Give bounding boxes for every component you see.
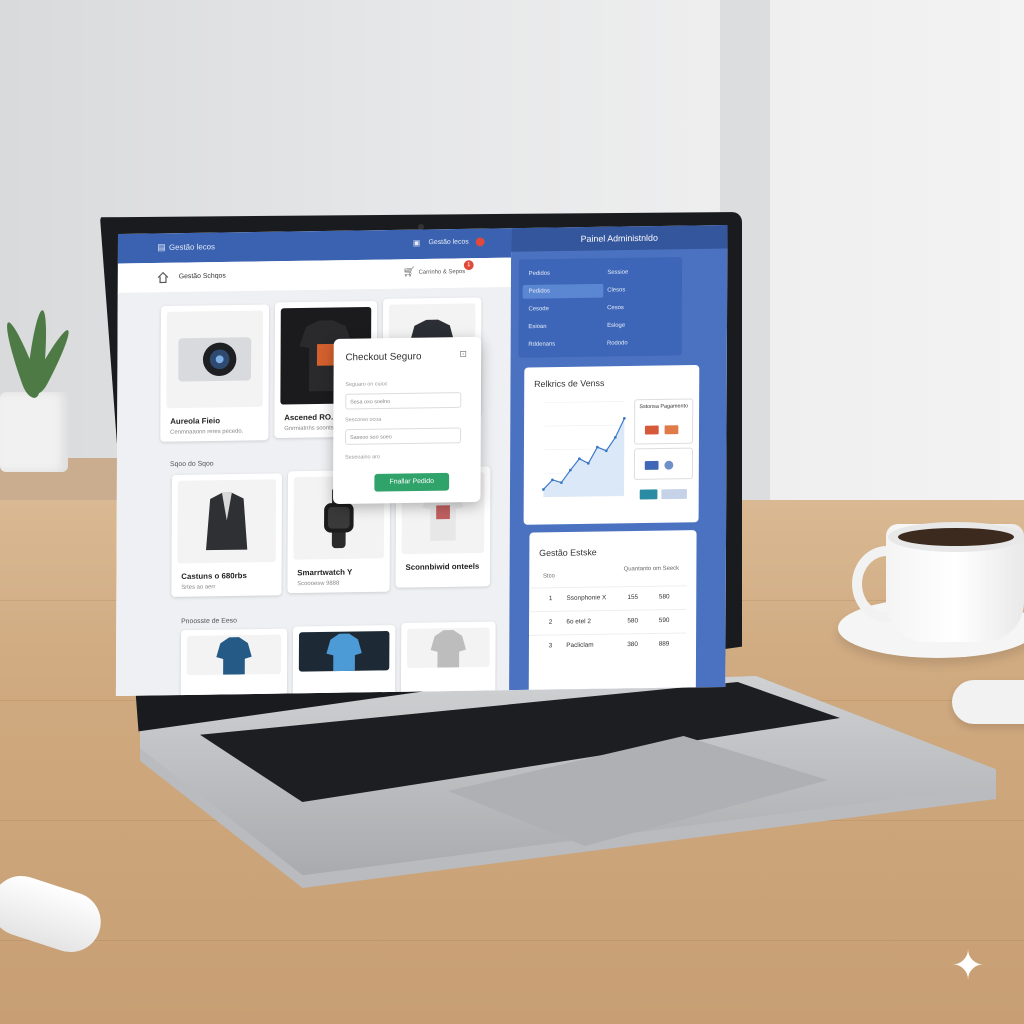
notification-dot[interactable] [475,237,485,247]
card-icon [661,488,687,500]
table-row[interactable]: 3 Pacliclam 380 889 [528,632,687,658]
store-top-right: Gestão lecos [428,238,469,247]
store-icon: ▤ [157,242,166,253]
payment-box: Sstonsa Pagamento [634,398,694,445]
checkout-modal: Checkout Seguro ⊡ Seguaro on cuioc Sesa … [333,336,482,505]
row-product: Ssonphonie X [566,594,607,602]
row-number: 1 [548,595,553,603]
menu-item[interactable]: Pedidos [523,266,604,281]
admin-menu: Pedidos Sessioe Pedidos Clesos Cesode Ce… [518,257,683,358]
laptop-screen: ▤ Gestão lecos ▣ Gestão lecos Gestão Sch… [115,224,728,697]
menu-item-right[interactable]: Sessioe [607,270,628,276]
section-title: Pnoosste de Eeso [181,617,237,626]
product-name: Smarrtwatch Y [297,567,353,578]
product-name: Sconnbiwid onteels [405,561,480,572]
store-nav-title[interactable]: Gestão Schqos [179,273,226,281]
menu-item-label: Pedidos [528,270,551,278]
table-row[interactable]: 1 Ssonphonie X 155 580 [529,585,687,611]
product-price: Scoooesw 9888 [297,580,340,588]
product-image [166,310,264,409]
row-qty: 380 [627,641,638,649]
menu-item-right[interactable]: Cesos [607,305,624,311]
field-label: Seguaro on cuioc [345,381,388,388]
menu-item[interactable]: Cesode [529,306,549,312]
row-stock: 580 [658,593,670,601]
row-product: 6o etel 2 [566,618,591,626]
chart-point [622,417,626,420]
checkout-field-2[interactable]: Saseoo soo soeo [345,427,462,445]
sparkle-icon: ✦ [951,944,985,988]
cart-badge: 1 [463,260,474,271]
product-price: Gnrmiatnhs soonts [284,425,334,433]
mouse [952,680,1024,724]
field-label: Seseoaino aro [345,454,380,461]
row-number: 2 [548,618,553,626]
product-image [177,479,277,564]
product-name: Aureola Fieio [170,416,221,426]
stock-panel: Gestão Estske Stco Quantanto om Seeck 1 … [528,530,697,697]
home-icon[interactable] [157,271,169,284]
menu-item-label: Pedidos [528,288,550,295]
product-name: Castuns o 680rbs [181,571,247,582]
cart-label[interactable]: Carrinho & Sepos [419,269,466,276]
row-qty: 580 [627,617,639,625]
card-icon [644,460,659,470]
admin-panel: Painel Administnldo Pedidos Sessioe Pedi… [509,224,728,697]
checkout-field-1[interactable]: Sesa oxo soelno [345,392,462,410]
product-image [298,631,390,672]
product-image [406,627,490,669]
product-card[interactable] [180,628,288,697]
product-image [186,634,282,676]
checkout-title: Checkout Seguro [345,351,422,364]
admin-title: Painel Administnldo [511,224,728,252]
row-stock: 590 [658,617,670,625]
menu-item-active[interactable]: Pedidos [522,283,604,299]
row-product: Pacliclam [566,641,594,650]
place-order-button[interactable]: Fnallar Pedido [374,472,450,492]
plant-pot [0,392,68,472]
product-price: Srtes ao aerr [181,584,216,591]
section-title: Sqoo do Sqoo [170,460,214,469]
coffee [898,528,1014,546]
chart-area [543,418,625,498]
row-number: 3 [548,642,553,650]
product-card[interactable]: Castuns o 680rbs Srtes ao aerr [171,473,283,597]
cart-icon[interactable]: 🛒︎ [403,267,416,278]
stock-col-header: Stco [543,573,555,580]
chart-gridline [543,401,625,403]
stock-header: Quantanto om Seeck [623,565,680,573]
sales-report-panel: Relkrics de Venss Sstonsa Pagamento [523,364,700,525]
menu-item[interactable]: Esioan [528,324,546,330]
row-qty: 155 [627,593,639,601]
stock-title: Gestão Estske [539,547,597,559]
sales-chart [542,401,626,498]
menu-item-right[interactable]: Clesos [607,287,625,293]
window-icon: ▣ [412,238,421,248]
sales-report-title: Relkrics de Venss [534,378,605,390]
product-price: Cenmnaaonn reres pecedo. [170,428,244,436]
product-card[interactable]: Aureola Fieio Cenmnaaonn reres pecedo. [160,304,270,442]
menu-item-right[interactable]: Rododo [607,340,628,346]
lock-icon[interactable]: ⊡ [459,349,466,360]
menu-item-right[interactable]: Esloge [607,323,625,329]
card-icon [664,425,679,435]
product-card[interactable] [292,625,396,697]
store-top-title: Gestão lecos [169,242,215,252]
payment-title: Sstonsa Pagamento [639,403,689,411]
field-label: Sescoreo ocoa [345,416,382,424]
card-icon [639,489,658,500]
row-stock: 889 [658,640,670,648]
payment-box [633,447,694,480]
menu-item[interactable]: Rddenans [528,342,555,348]
product-card[interactable] [400,621,496,697]
card-icon [644,425,659,435]
product-name: Ascened RO. [284,412,334,423]
chart-gridline [543,424,625,427]
card-icon [664,460,674,470]
table-row[interactable]: 2 6o etel 2 580 590 [529,608,687,634]
